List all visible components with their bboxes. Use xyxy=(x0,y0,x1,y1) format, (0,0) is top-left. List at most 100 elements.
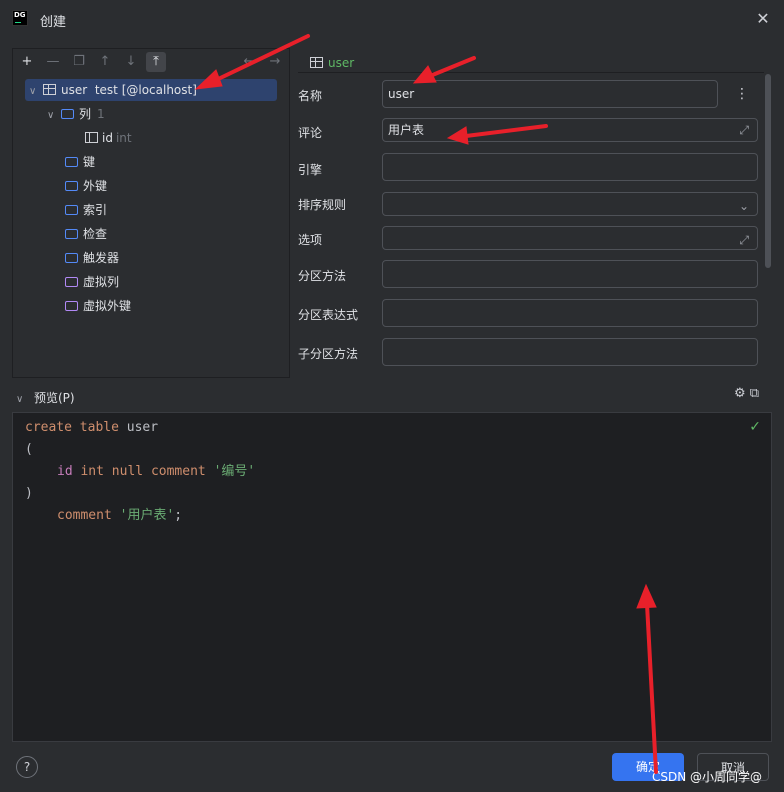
tree-item-column-id[interactable]: id int xyxy=(85,127,132,149)
close-icon[interactable]: ✕ xyxy=(752,8,774,30)
name-field[interactable]: user xyxy=(382,80,718,108)
table-icon xyxy=(43,84,56,95)
chevron-down-icon: ∨ xyxy=(16,394,24,405)
folder-label: 键 xyxy=(83,155,96,169)
string-literal: '编号' xyxy=(213,464,256,479)
copy-icon[interactable]: ❐ xyxy=(69,52,89,72)
options-label: 选项 xyxy=(298,233,323,247)
remove-icon[interactable]: — xyxy=(43,52,63,72)
columns-label: 列 xyxy=(79,107,92,121)
tab-divider xyxy=(298,72,764,73)
options-field[interactable]: ⤢ xyxy=(382,226,758,250)
preview-tools: ⚙ ⧉ xyxy=(734,386,759,401)
tree-item-virtual-foreign-keys[interactable]: 虚拟外键 xyxy=(65,295,131,317)
add-icon[interactable]: + xyxy=(17,52,37,72)
comment-field[interactable]: 用户表 ⤢ xyxy=(382,118,758,142)
table-schema: test [@localhost] xyxy=(94,83,197,97)
folder-label: 外键 xyxy=(83,179,108,193)
keyword: comment xyxy=(150,464,206,479)
sql-code: create table user ( id int null comment … xyxy=(25,417,255,527)
tree-item-checks[interactable]: 检查 xyxy=(65,223,107,245)
punctuation: ( xyxy=(25,442,33,457)
tree-item-virtual-columns[interactable]: 虚拟列 xyxy=(65,271,119,293)
folder-icon xyxy=(65,205,78,215)
tree-item-triggers[interactable]: 触发器 xyxy=(65,247,119,269)
move-down-icon[interactable]: ↓ xyxy=(121,52,141,72)
engine-label: 引擎 xyxy=(298,163,323,177)
collation-select[interactable]: ⌄ xyxy=(382,192,758,216)
partition-field[interactable] xyxy=(382,260,758,288)
keyword: null xyxy=(111,464,144,479)
column-type: int xyxy=(115,131,132,145)
partition-expression-field[interactable] xyxy=(382,299,758,327)
folder-icon xyxy=(65,277,78,287)
engine-field[interactable] xyxy=(382,153,758,181)
folder-icon xyxy=(65,253,78,263)
sql-preview-editor[interactable]: create table user ( id int null comment … xyxy=(12,412,772,742)
code-line: ( xyxy=(25,439,255,461)
comment-value: 用户表 xyxy=(388,123,425,137)
tab-label: user xyxy=(328,56,355,70)
code-line: comment '用户表'; xyxy=(25,505,255,527)
partition-expression-label: 分区表达式 xyxy=(298,308,359,322)
columns-count: 1 xyxy=(97,107,105,121)
tree-item-keys[interactable]: 键 xyxy=(65,151,95,173)
column-icon xyxy=(85,132,98,143)
tree-item-foreign-keys[interactable]: 外键 xyxy=(65,175,107,197)
tree-item-indexes[interactable]: 索引 xyxy=(65,199,107,221)
help-icon[interactable]: ? xyxy=(16,756,38,778)
folder-label: 检查 xyxy=(83,227,108,241)
collation-label: 排序规则 xyxy=(298,198,347,212)
move-top-icon[interactable]: ⤒ xyxy=(146,52,166,72)
keyword: int xyxy=(80,464,104,479)
string-literal: '用户表' xyxy=(119,508,175,523)
form-scrollbar[interactable] xyxy=(765,74,771,268)
settings-icon[interactable]: ⚙ xyxy=(734,386,746,401)
preview-toggle[interactable]: ∨ 预览(P) xyxy=(12,388,75,408)
name-value: user xyxy=(388,87,415,101)
punctuation: ; xyxy=(174,508,183,523)
chevron-down-icon: ∨ xyxy=(29,86,37,97)
forward-icon[interactable]: → xyxy=(265,52,285,72)
tab-user[interactable]: user xyxy=(310,54,354,72)
keyword: table xyxy=(79,420,119,435)
expand-icon[interactable]: ⤢ xyxy=(739,227,749,253)
folder-icon xyxy=(65,229,78,239)
tree-item-columns[interactable]: ∨ 列 1 xyxy=(47,103,105,125)
expand-icon[interactable]: ⤢ xyxy=(739,119,749,141)
csdn-watermark: CSDN @小周同学@ xyxy=(652,770,763,784)
folder-icon xyxy=(65,301,78,311)
datagrip-logo-icon: DG xyxy=(12,10,28,26)
folder-label: 虚拟外键 xyxy=(83,299,132,313)
chevron-down-icon: ⌄ xyxy=(738,199,749,213)
code-line: id int null comment '编号' xyxy=(25,461,255,483)
tree-toolbar: + — ❐ ↑ ↓ ⤒ ← → xyxy=(13,49,289,75)
move-up-icon[interactable]: ↑ xyxy=(95,52,115,72)
folder-label: 索引 xyxy=(83,203,108,217)
window-title: 创建 xyxy=(40,15,67,30)
identifier: id xyxy=(57,464,73,479)
folder-icon xyxy=(65,157,78,167)
structure-tree-panel: + — ❐ ↑ ↓ ⤒ ← → ∨ user test [@localhost] … xyxy=(12,48,290,378)
code-line: create table user xyxy=(25,417,255,439)
keyword: comment xyxy=(57,508,112,523)
column-name: id xyxy=(102,131,113,145)
title-bar: DG 创建 ✕ xyxy=(0,0,784,40)
comment-label: 评论 xyxy=(298,126,323,140)
subpartition-field[interactable] xyxy=(382,338,758,366)
identifier: user xyxy=(126,420,159,435)
folder-icon xyxy=(61,109,74,119)
table-icon xyxy=(310,57,323,68)
folder-label: 虚拟列 xyxy=(83,275,120,289)
punctuation: ) xyxy=(25,486,33,501)
folder-label: 触发器 xyxy=(83,251,120,265)
name-label: 名称 xyxy=(298,89,323,103)
partition-label: 分区方法 xyxy=(298,269,347,283)
tree-item-table-user[interactable]: ∨ user test [@localhost] xyxy=(25,79,277,101)
preview-label: 预览(P) xyxy=(34,391,75,405)
more-options-icon[interactable]: ⋮ xyxy=(735,86,749,102)
back-icon[interactable]: ← xyxy=(239,52,259,72)
open-external-icon[interactable]: ⧉ xyxy=(750,386,759,401)
table-name: user xyxy=(61,83,88,97)
chevron-down-icon: ∨ xyxy=(47,110,55,121)
